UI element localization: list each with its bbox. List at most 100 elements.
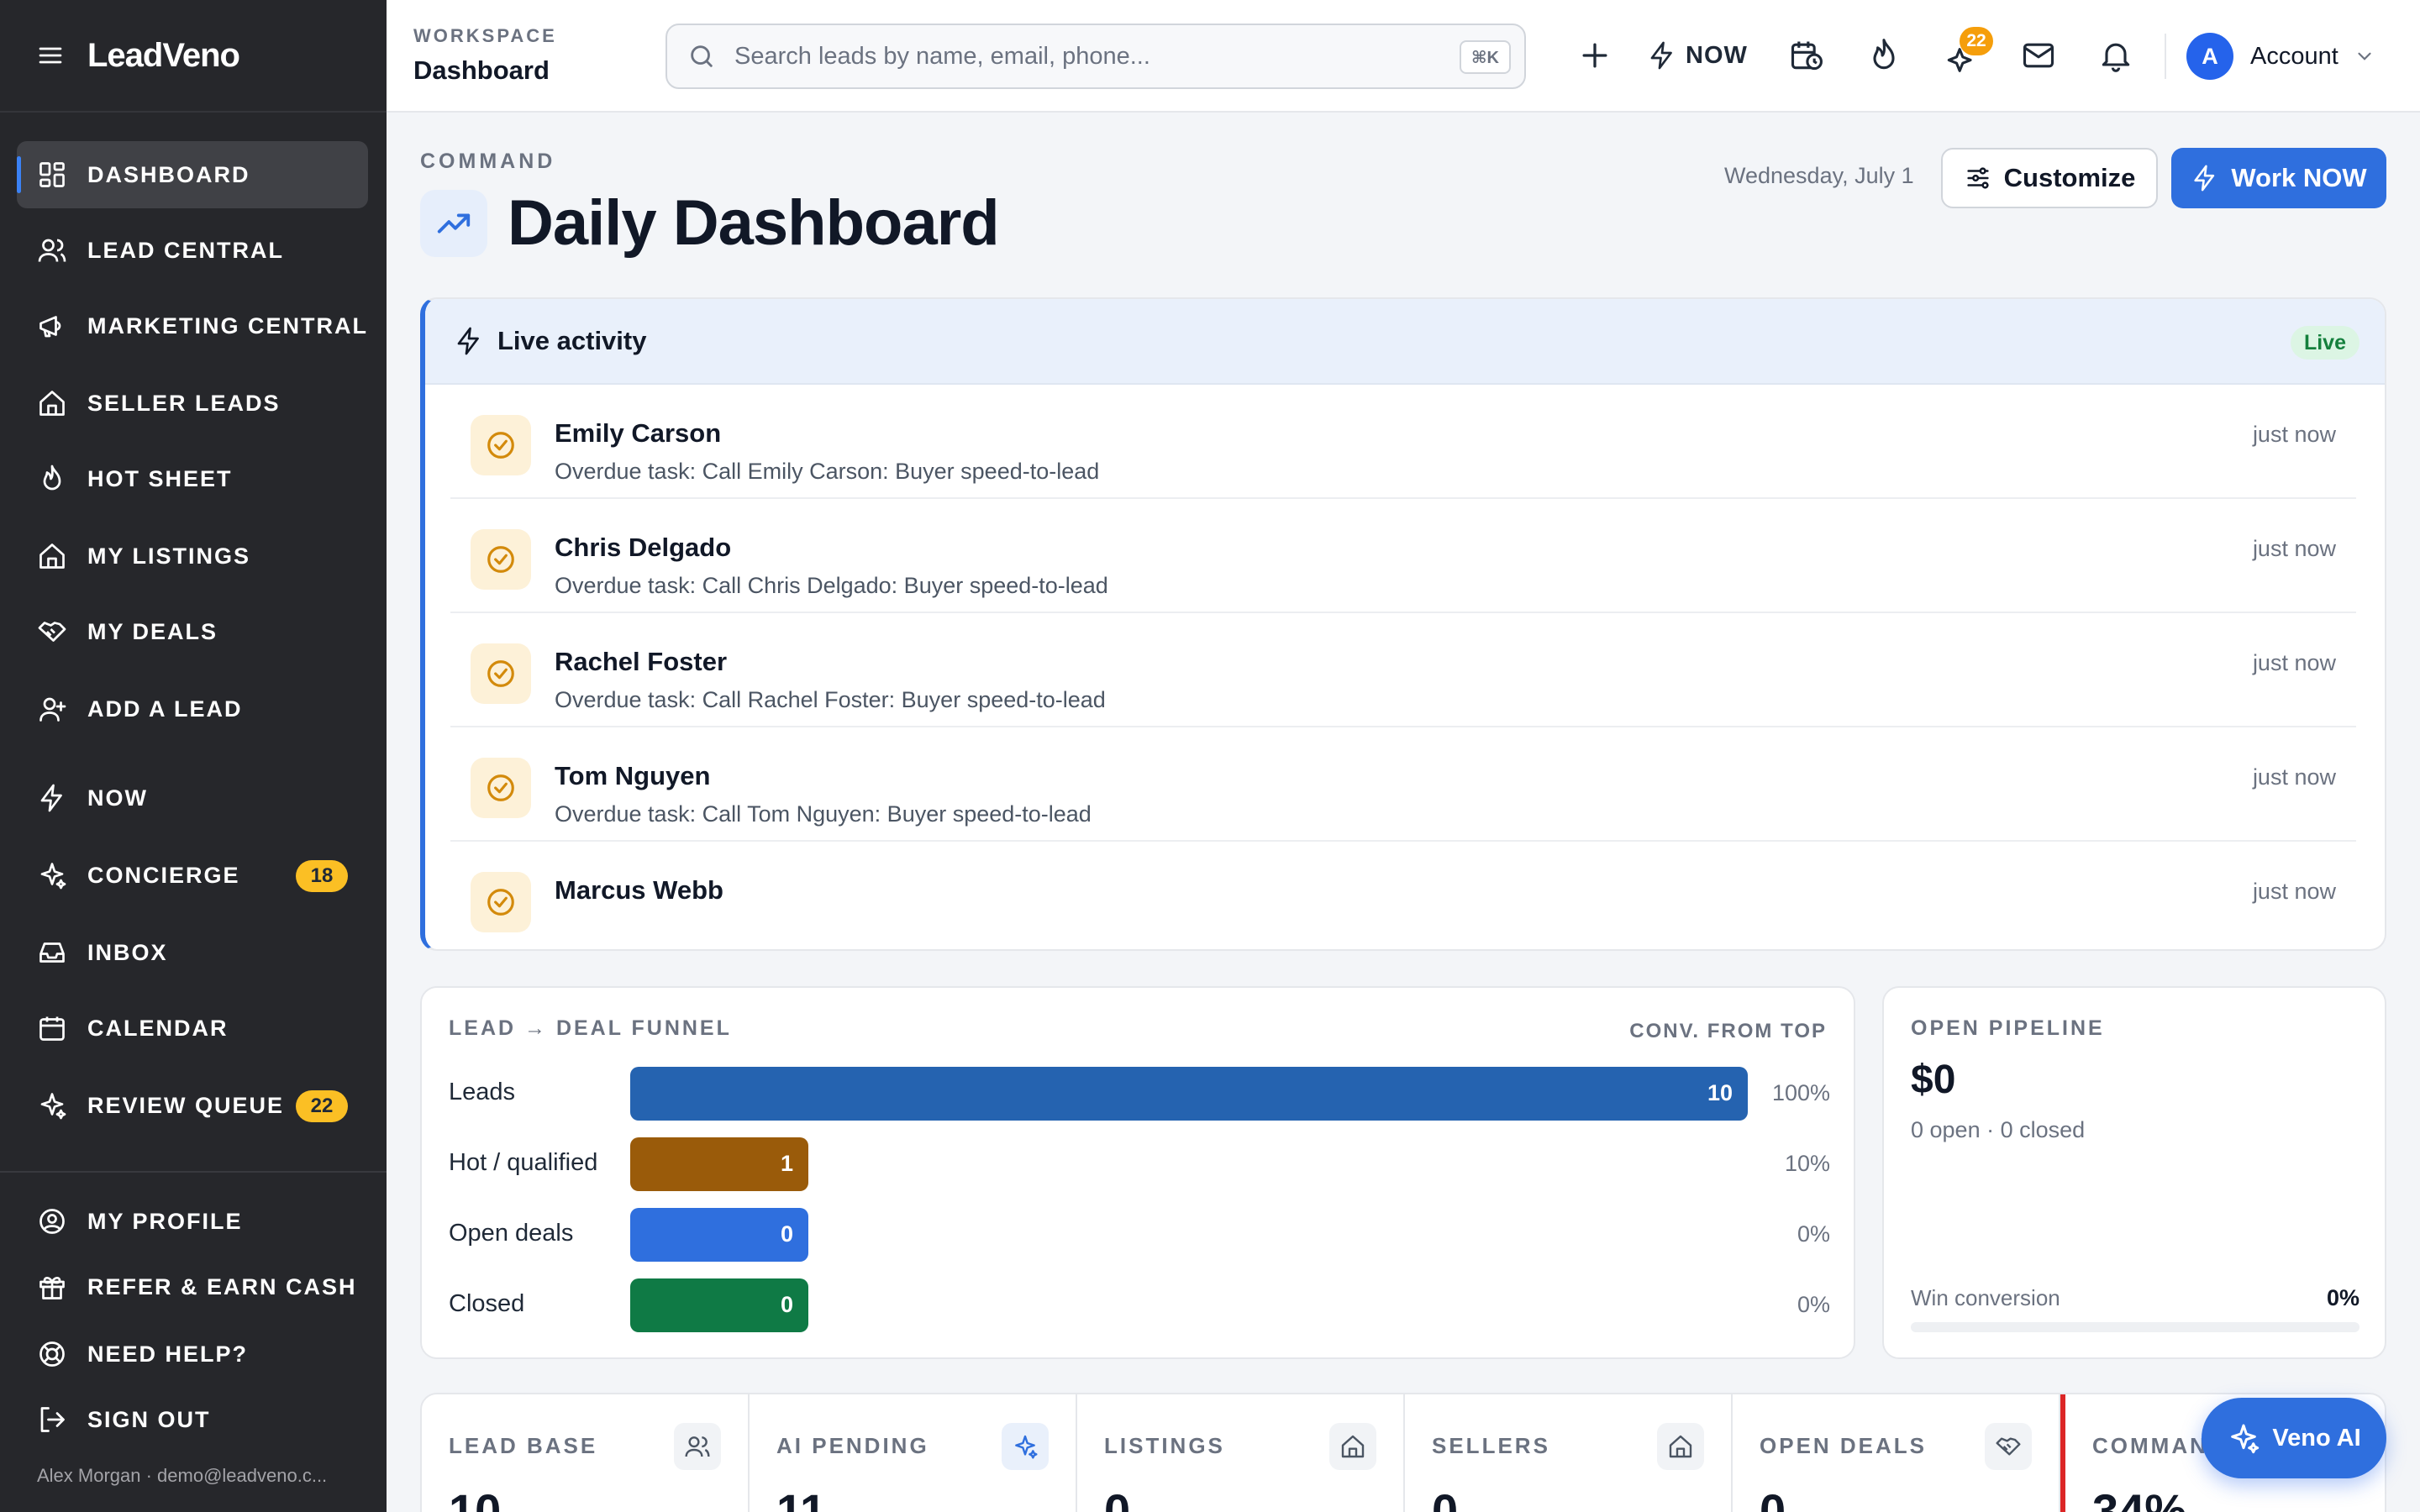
sidebar-item-label: LEAD CENTRAL (87, 237, 284, 263)
activity-description: Overdue task: Call Rachel Foster: Buyer … (555, 687, 1106, 712)
list-item[interactable]: Emily Carson Overdue task: Call Emily Ca… (450, 385, 2356, 499)
sidebar-item-hot-sheet[interactable]: HOT SHEET (17, 445, 368, 512)
sidebar: LeadVeno DASHBOARD LEAD CENTRAL MARKETIN… (0, 0, 387, 1512)
home-icon (1669, 1435, 1692, 1458)
stat-open-deals[interactable]: OPEN DEALS 0 (1733, 1394, 2060, 1512)
funnel-bar: 0 (630, 1208, 808, 1262)
sidebar-item-dashboard[interactable]: DASHBOARD (17, 141, 368, 208)
sidebar-item-my-deals[interactable]: MY DEALS (17, 598, 368, 665)
check-circle-icon (487, 432, 514, 459)
sidebar-item-label: CONCIERGE (87, 862, 240, 888)
plus-icon[interactable] (1576, 37, 1613, 74)
pipeline-amount: $0 (1911, 1058, 1956, 1102)
chevron-down-icon (2358, 52, 2371, 60)
sidebar-item-add-a-lead[interactable]: ADD A LEAD (17, 675, 368, 743)
veno-ai-button[interactable]: Veno AI (2202, 1398, 2386, 1478)
sparkles-icon (2231, 1424, 2260, 1454)
stat-label: SELLERS (1432, 1433, 1550, 1458)
sidebar-item-label: MARKETING CENTRAL (87, 312, 368, 339)
task-icon-badge (471, 758, 531, 818)
stat-label: AI PENDING (776, 1433, 929, 1458)
sidebar-item-sign-out[interactable]: SIGN OUT (17, 1386, 368, 1453)
stat-value: 0 (1432, 1484, 1459, 1512)
list-item[interactable]: Marcus Webb just now (450, 842, 2356, 949)
sparkles-icon (40, 863, 66, 890)
sidebar-item-label: NOW (87, 785, 148, 811)
sidebar-item-label: SIGN OUT (87, 1406, 211, 1432)
work-now-button-label: Work NOW (2231, 163, 2367, 192)
stat-icon-badge (1985, 1423, 2032, 1470)
calendar-clock-icon[interactable] (1788, 37, 1825, 74)
activity-name: Tom Nguyen (555, 761, 711, 790)
page-eyebrow: COMMAND (420, 150, 556, 173)
sidebar-item-concierge[interactable]: CONCIERGE 18 (17, 842, 368, 909)
funnel-row-label: Hot / qualified (449, 1149, 598, 1176)
stat-listings[interactable]: LISTINGS 0 (1077, 1394, 1405, 1512)
sidebar-item-review-queue[interactable]: REVIEW QUEUE 22 (17, 1072, 368, 1139)
account-menu[interactable]: A Account (2186, 32, 2375, 81)
now-button[interactable]: NOW (1647, 34, 1748, 77)
sidebar-item-seller-leads[interactable]: SELLER LEADS (17, 370, 368, 437)
bolt-icon (40, 784, 62, 812)
funnel-conversion-header: CONV. FROM TOP (1629, 1020, 1827, 1042)
stat-lead-base[interactable]: LEAD BASE 10 (422, 1394, 750, 1512)
sidebar-item-inbox[interactable]: INBOX (17, 919, 368, 986)
sliders-icon (1967, 167, 1989, 189)
sidebar-divider (0, 1171, 387, 1173)
check-circle-icon (487, 660, 514, 687)
funnel-bar: 10 (630, 1067, 1748, 1121)
menu-icon[interactable] (37, 42, 64, 69)
sparkles-icon (1015, 1435, 1038, 1459)
stat-ai-pending[interactable]: AI PENDING 11 (750, 1394, 1077, 1512)
bell-icon[interactable] (2097, 37, 2134, 74)
pipeline-title: OPEN PIPELINE (1911, 1016, 2105, 1040)
activity-description: Overdue task: Call Chris Delgado: Buyer … (555, 573, 1108, 598)
sidebar-item-label: SELLER LEADS (87, 390, 281, 416)
now-button-label: NOW (1686, 41, 1748, 69)
lifebuoy-icon (39, 1341, 65, 1367)
sidebar-item-lead-central[interactable]: LEAD CENTRAL (17, 217, 368, 284)
stat-label: LISTINGS (1104, 1433, 1225, 1458)
work-now-button[interactable]: Work NOW (2171, 148, 2386, 208)
bolt-icon (2194, 165, 2215, 192)
sidebar-item-my-profile[interactable]: MY PROFILE (17, 1188, 368, 1255)
activity-name: Emily Carson (555, 418, 722, 448)
flame-icon[interactable] (1865, 37, 1902, 74)
mail-icon[interactable] (2020, 37, 2057, 74)
stat-value: 10 (449, 1484, 502, 1512)
stat-icon-badge (1657, 1423, 1704, 1470)
list-item[interactable]: Chris Delgado Overdue task: Call Chris D… (450, 499, 2356, 613)
list-item[interactable]: Rachel Foster Overdue task: Call Rachel … (450, 613, 2356, 727)
funnel-bar-track: 0 (630, 1278, 1748, 1332)
funnel-row: Hot / qualified 1 10% (449, 1137, 1830, 1191)
sidebar-item-need-help[interactable]: NEED HELP? (17, 1320, 368, 1388)
sidebar-item-now[interactable]: NOW (17, 764, 368, 832)
stat-icon-badge (1329, 1423, 1376, 1470)
sidebar-item-label: CALENDAR (87, 1015, 229, 1041)
task-icon-badge (471, 872, 531, 932)
sidebar-item-my-listings[interactable]: MY LISTINGS (17, 522, 368, 590)
stat-icon-badge (674, 1423, 721, 1470)
workspace-indicator: WORKSPACE Dashboard (413, 25, 557, 86)
funnel-row: Open deals 0 0% (449, 1208, 1830, 1262)
funnel-bar-track: 1 (630, 1137, 1748, 1191)
stat-sellers[interactable]: SELLERS 0 (1405, 1394, 1733, 1512)
activity-description: Overdue task: Call Emily Carson: Buyer s… (555, 459, 1100, 484)
sidebar-item-refer-earn[interactable]: REFER & EARN CASH (17, 1253, 368, 1320)
trending-up-icon (437, 213, 471, 234)
sidebar-item-marketing-central[interactable]: MARKETING CENTRAL (17, 292, 368, 360)
search-box[interactable]: ⌘K (666, 24, 1526, 89)
bolt-icon (1650, 41, 1672, 70)
funnel-row-percent: 10% (1784, 1151, 1830, 1176)
stat-value: 0 (1104, 1484, 1131, 1512)
sidebar-item-label: ADD A LEAD (87, 696, 243, 722)
sidebar-item-calendar[interactable]: CALENDAR (17, 995, 368, 1062)
customize-button[interactable]: Customize (1941, 148, 2158, 208)
activity-time: just now (2252, 536, 2336, 561)
funnel-row-percent: 0% (1797, 1221, 1830, 1247)
activity-time: just now (2252, 422, 2336, 447)
sidebar-item-label: DASHBOARD (87, 161, 250, 187)
list-item[interactable]: Tom Nguyen Overdue task: Call Tom Nguyen… (450, 727, 2356, 842)
activity-list[interactable]: Emily Carson Overdue task: Call Emily Ca… (450, 385, 2356, 949)
search-input[interactable] (734, 42, 1423, 71)
